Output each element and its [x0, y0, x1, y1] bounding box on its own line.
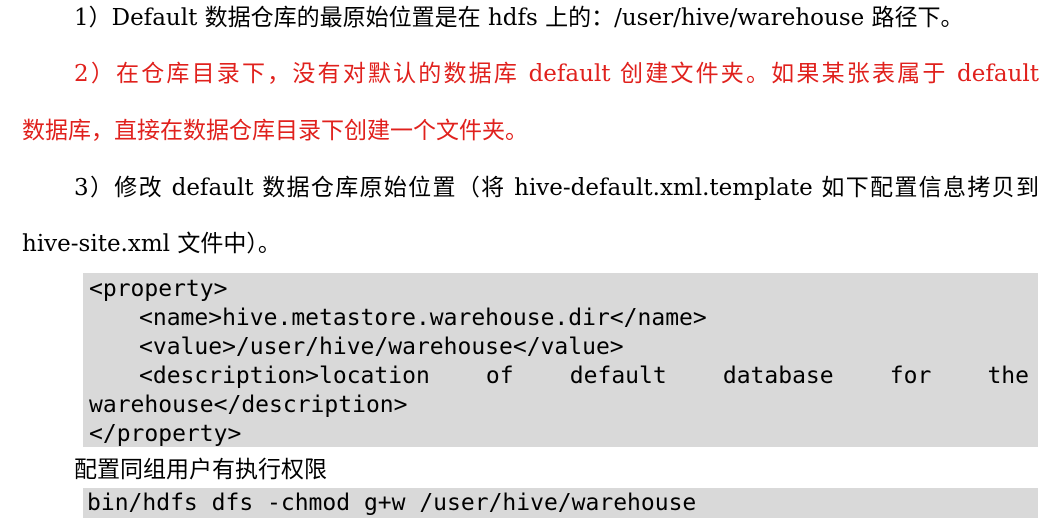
- code-line-property-open: <property>: [89, 276, 228, 302]
- chmod-caption: 配置同组用户有执行权限: [74, 457, 327, 483]
- paragraph-3-line-2: hive-site.xml 文件中）。: [22, 231, 281, 257]
- paragraph-2-line-2: 数据库，直接在数据仓库目录下创建一个文件夹。: [22, 118, 528, 144]
- paragraph-3-line-1: 3）修改 default 数据仓库原始位置（将 hive-default.xml…: [74, 175, 1039, 201]
- chmod-command: bin/hdfs dfs -chmod g+w /user/hive/wareh…: [87, 490, 697, 516]
- code-line-description-end: warehouse</description>: [89, 392, 408, 418]
- code-line-value: <value>/user/hive/warehouse</value>: [139, 334, 624, 360]
- code-line-property-close: </property>: [89, 421, 242, 447]
- xml-code-block: <property> <name>hive.metastore.warehous…: [83, 273, 1038, 447]
- paragraph-2-line-1: 2）在仓库目录下，没有对默认的数据库 default 创建文件夹。如果某张表属于…: [74, 61, 1039, 87]
- code-line-description: <description>location of default databas…: [139, 363, 1029, 389]
- paragraph-1: 1）Default 数据仓库的最原始位置是在 hdfs 上的：/user/hiv…: [74, 5, 964, 31]
- code-line-name: <name>hive.metastore.warehouse.dir</name…: [139, 305, 707, 331]
- command-code-block: bin/hdfs dfs -chmod g+w /user/hive/wareh…: [83, 488, 1038, 518]
